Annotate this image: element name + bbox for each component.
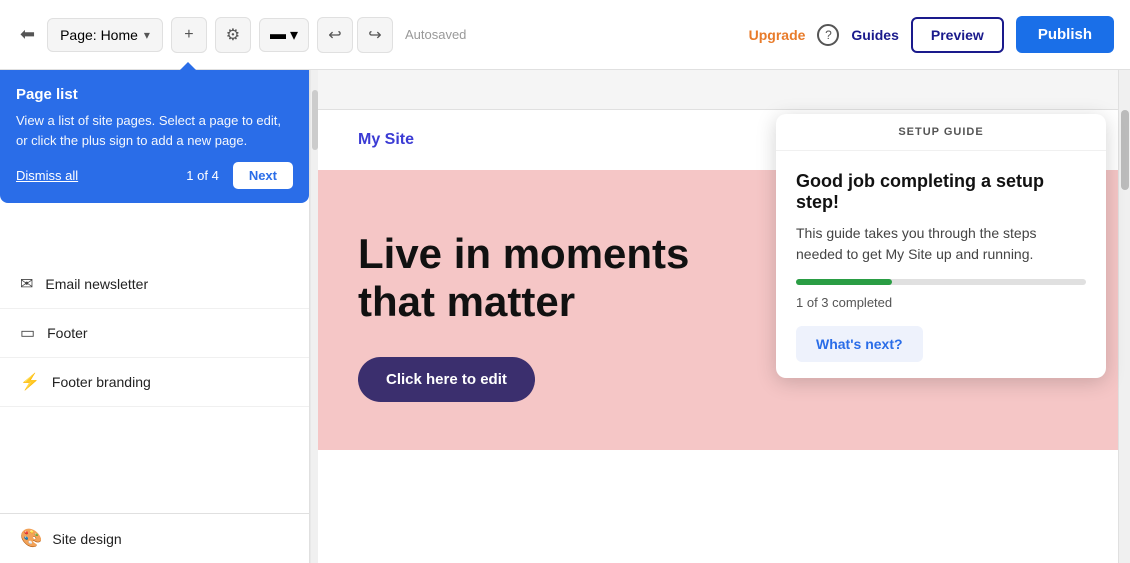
dismiss-all-button[interactable]: Dismiss all: [16, 168, 78, 183]
undo-button[interactable]: ↩: [317, 17, 353, 53]
setup-guide-header: SETUP GUIDE: [776, 114, 1106, 151]
site-name: My Site: [358, 131, 414, 149]
main-area: Page list View a list of site pages. Sel…: [0, 70, 1130, 563]
list-item-label: Email newsletter: [45, 276, 148, 292]
add-page-button[interactable]: +: [171, 17, 207, 53]
back-icon[interactable]: ⬅: [16, 20, 39, 49]
canvas-area: My Site 🛒 Live in moments that matter Cl…: [318, 70, 1130, 563]
autosaved-status: Autosaved: [405, 27, 466, 42]
redo-icon: ↪: [368, 25, 381, 45]
toolbar-left: ⬅ Page: Home ▾ + ⚙ ▬ ▾ ↩ ↪ Autosaved: [16, 17, 741, 53]
left-panel: Page list View a list of site pages. Sel…: [0, 70, 310, 563]
list-item[interactable]: ▭ Footer: [0, 309, 309, 358]
setup-guide-title: Good job completing a setup step!: [796, 171, 1086, 213]
lightning-icon: ⚡: [20, 372, 40, 392]
toolbar: ⬅ Page: Home ▾ + ⚙ ▬ ▾ ↩ ↪ Autosaved Upg…: [0, 0, 1130, 70]
setup-guide-description: This guide takes you through the steps n…: [796, 223, 1086, 265]
list-item-label: Footer branding: [52, 374, 151, 390]
page-selector-label: Page: Home: [60, 27, 138, 43]
redo-button[interactable]: ↪: [357, 17, 393, 53]
footer-icon: ▭: [20, 323, 35, 343]
chevron-down-icon: ▾: [144, 28, 150, 42]
progress-bar-fill: [796, 279, 892, 285]
list-item[interactable]: ✉ Email newsletter: [0, 260, 309, 309]
preview-button[interactable]: Preview: [911, 17, 1004, 53]
right-scrollbar[interactable]: [1118, 70, 1130, 563]
undo-icon: ↩: [328, 25, 341, 45]
tooltip-description: View a list of site pages. Select a page…: [16, 111, 293, 150]
question-icon: ?: [825, 28, 832, 42]
gear-icon: ⚙: [226, 25, 240, 45]
page-selector[interactable]: Page: Home ▾: [47, 18, 163, 52]
email-icon: ✉: [20, 274, 33, 294]
setup-guide-popup: SETUP GUIDE Good job completing a setup …: [776, 114, 1106, 378]
device-selector[interactable]: ▬ ▾: [259, 18, 309, 52]
whats-next-button[interactable]: What's next?: [796, 326, 923, 362]
setup-guide-body: Good job completing a setup step! This g…: [776, 151, 1106, 378]
guides-button[interactable]: Guides: [851, 27, 898, 43]
hero-cta-button[interactable]: Click here to edit: [358, 357, 535, 402]
device-icon: ▬: [270, 26, 286, 44]
plus-icon: +: [184, 26, 193, 44]
tooltip-title: Page list: [16, 86, 293, 103]
tooltip-footer: Dismiss all 1 of 4 Next: [16, 162, 293, 189]
tooltip-popup: Page list View a list of site pages. Sel…: [0, 70, 309, 203]
device-chevron: ▾: [290, 25, 298, 45]
toolbar-right: Upgrade ? Guides Preview Publish: [749, 16, 1114, 53]
publish-button[interactable]: Publish: [1016, 16, 1114, 53]
tooltip-arrow: [180, 62, 196, 70]
next-button[interactable]: Next: [233, 162, 293, 189]
undo-redo-group: ↩ ↪: [317, 17, 393, 53]
list-item-label: Footer: [47, 325, 87, 341]
hero-title: Live in moments that matter: [358, 230, 738, 327]
progress-text: 1 of 3 completed: [796, 295, 1086, 310]
canvas-topbar: [318, 70, 1130, 110]
step-count: 1 of 4: [186, 168, 219, 183]
site-design-label: Site design: [52, 531, 121, 547]
left-scrollbar[interactable]: [310, 70, 318, 563]
right-scroll-thumb: [1121, 110, 1129, 190]
upgrade-button[interactable]: Upgrade: [749, 27, 806, 43]
settings-button[interactable]: ⚙: [215, 17, 251, 53]
help-button[interactable]: ?: [817, 24, 839, 46]
list-item[interactable]: ⚡ Footer branding: [0, 358, 309, 407]
panel-footer-item[interactable]: 🎨 Site design: [0, 513, 309, 563]
site-design-icon: 🎨: [20, 528, 42, 549]
progress-bar-track: [796, 279, 1086, 285]
